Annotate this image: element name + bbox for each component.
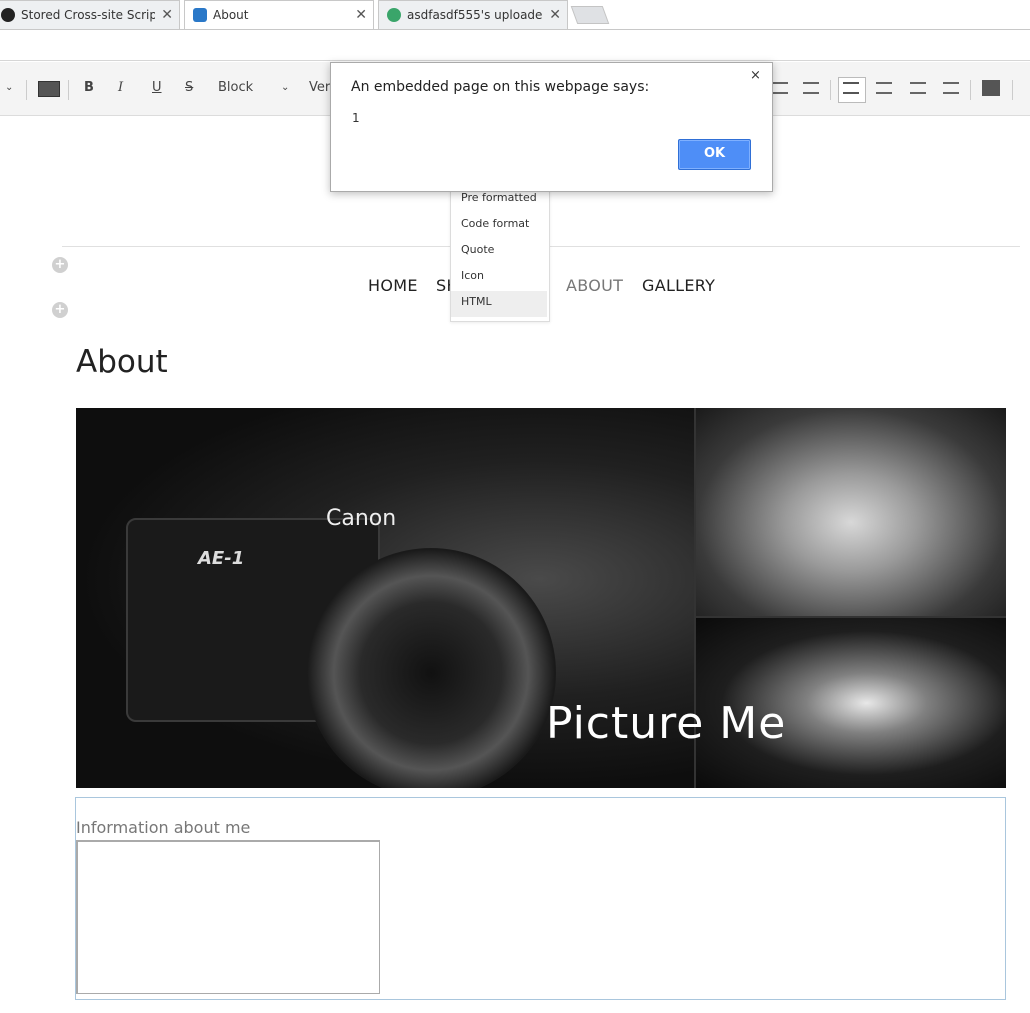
- align-right-icon[interactable]: [910, 82, 926, 94]
- hero-caption: Picture Me: [546, 698, 787, 749]
- new-tab-button[interactable]: [570, 6, 610, 24]
- alert-dialog: × An embedded page on this webpage says:…: [330, 62, 773, 192]
- block-format-select[interactable]: Block: [218, 80, 253, 95]
- align-left-icon: [843, 82, 859, 94]
- close-icon[interactable]: ✕: [155, 7, 179, 23]
- align-center-icon[interactable]: [876, 82, 892, 94]
- menu-item-icon[interactable]: Icon: [451, 265, 547, 291]
- site-favicon-icon: [193, 8, 207, 22]
- tab-stored-xss[interactable]: Stored Cross-site Scriptin ✕: [0, 0, 180, 29]
- indent-icon[interactable]: [803, 82, 819, 94]
- close-icon[interactable]: ✕: [349, 7, 373, 23]
- green-dot-icon: [387, 8, 401, 22]
- tab-about[interactable]: About ✕: [184, 0, 374, 29]
- font-select[interactable]: Ver: [309, 80, 330, 95]
- add-row-icon[interactable]: +: [52, 302, 68, 318]
- tab-title: About: [213, 8, 249, 22]
- align-justify-icon[interactable]: [943, 82, 959, 94]
- camera-brand-text: Canon: [326, 506, 397, 531]
- child-with-camera-photo: [696, 408, 1006, 616]
- ok-button[interactable]: OK: [678, 139, 751, 170]
- toolbar-separator: [970, 80, 971, 100]
- nav-gallery[interactable]: GALLERY: [642, 276, 715, 295]
- github-icon: [1, 8, 15, 22]
- page-title: About: [76, 344, 168, 380]
- alert-title: An embedded page on this webpage says:: [351, 79, 650, 95]
- menu-item-quote[interactable]: Quote: [451, 239, 547, 265]
- strikethrough-button[interactable]: S: [185, 80, 193, 95]
- toolbar-separator: [68, 80, 69, 100]
- close-icon[interactable]: ✕: [543, 7, 567, 23]
- image-icon[interactable]: [38, 81, 60, 97]
- tab-title: asdfasdf555's uploaded f: [407, 8, 544, 22]
- toolbar-separator: [1012, 80, 1013, 100]
- nav-home[interactable]: HOME: [368, 276, 418, 295]
- bold-button[interactable]: B: [84, 80, 94, 95]
- menu-item-code-format[interactable]: Code format: [451, 213, 547, 239]
- close-icon[interactable]: ×: [750, 68, 761, 83]
- italic-button[interactable]: I: [118, 80, 123, 95]
- info-label: Information about me: [76, 818, 251, 837]
- tab-title: Stored Cross-site Scriptin: [21, 8, 156, 22]
- tab-uploaded[interactable]: asdfasdf555's uploaded f ✕: [378, 0, 568, 29]
- toolbar-separator: [26, 80, 27, 100]
- menu-item-html[interactable]: HTML: [451, 291, 547, 317]
- chevron-down-icon[interactable]: ⌄: [5, 82, 13, 93]
- underline-button[interactable]: U: [152, 80, 162, 95]
- toolbar-separator: [830, 80, 831, 100]
- address-bar[interactable]: [0, 30, 1030, 61]
- camera-model-text: AE-1: [198, 548, 245, 569]
- hero-image: Canon AE-1 Picture Me: [76, 408, 1006, 788]
- outdent-icon[interactable]: [772, 82, 788, 94]
- info-textarea[interactable]: [76, 840, 380, 994]
- camera-lens-shape: [306, 548, 556, 788]
- nav-about[interactable]: ABOUT: [566, 276, 623, 295]
- block-format-dropdown: Pre formatted Code format Quote Icon HTM…: [450, 186, 550, 322]
- alert-message: 1: [352, 111, 360, 125]
- word-paste-icon[interactable]: [982, 80, 1000, 96]
- chevron-down-icon[interactable]: ⌄: [281, 82, 289, 93]
- add-row-icon[interactable]: +: [52, 257, 68, 273]
